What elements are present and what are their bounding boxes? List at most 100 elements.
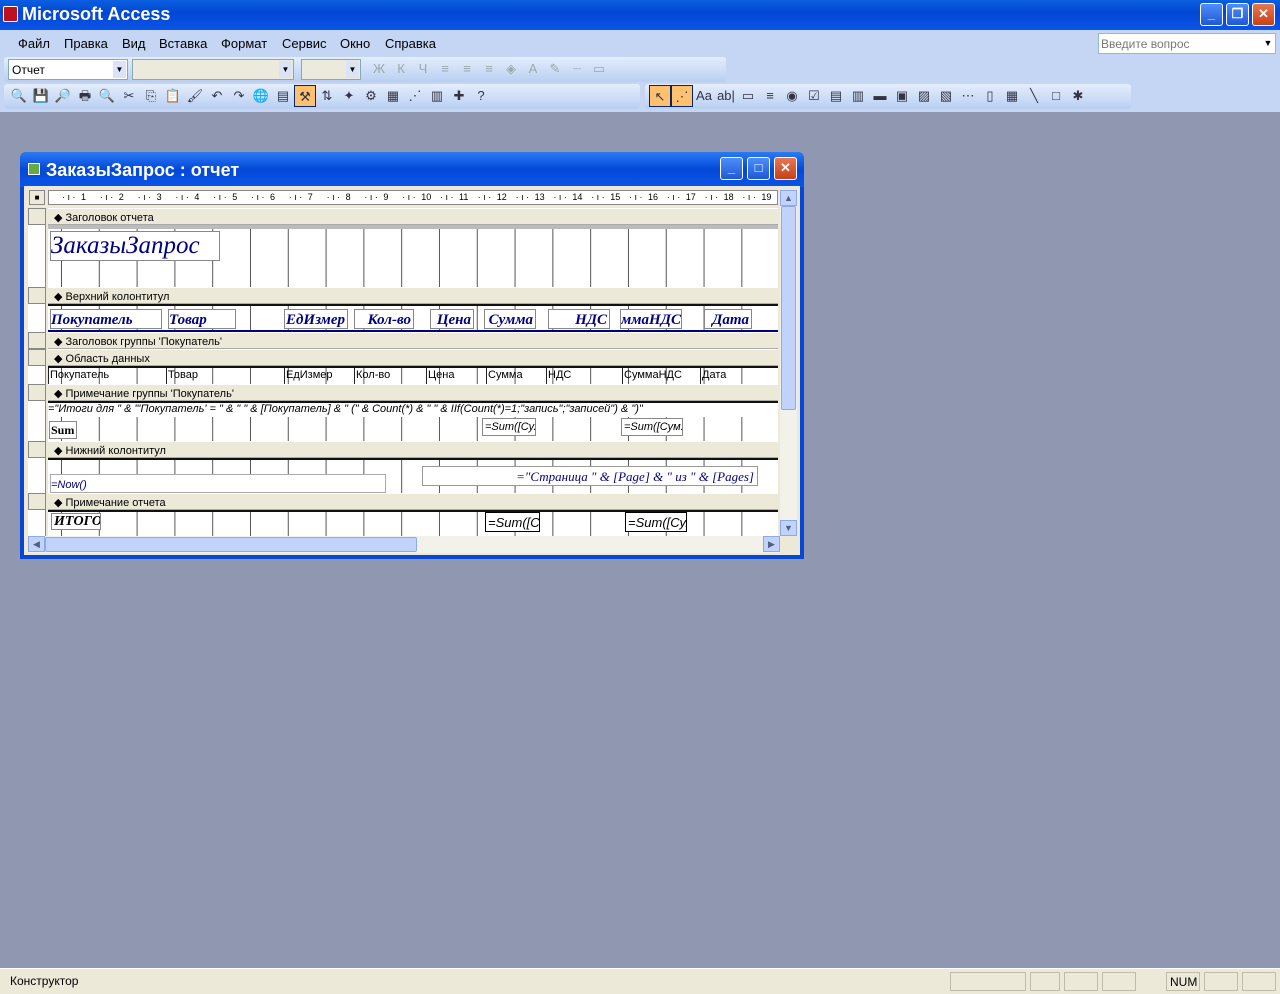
section-bar-group-footer[interactable]: ◆ Примечание группы 'Покупатель' <box>48 384 778 401</box>
group-vat-sum-field[interactable]: =Sum([Сум. <box>621 418 683 436</box>
font-select[interactable]: ▼ <box>132 59 294 80</box>
scroll-right-icon[interactable]: ▶ <box>763 536 780 552</box>
tab-control-icon[interactable]: ▯ <box>979 85 1001 107</box>
menu-window[interactable]: Окно <box>340 36 370 51</box>
menu-help[interactable]: Справка <box>385 36 436 51</box>
autoformat-icon[interactable]: ✦ <box>338 85 360 107</box>
group-sum-field[interactable]: =Sum([Су. <box>482 418 536 436</box>
border-style-icon[interactable]: ┈ <box>566 58 588 80</box>
column-label[interactable]: Дата <box>704 309 752 329</box>
properties-icon[interactable]: ▦ <box>382 85 404 107</box>
subreport-icon[interactable]: ▦ <box>1001 85 1023 107</box>
option-group-icon[interactable]: ▭ <box>737 85 759 107</box>
code-icon[interactable]: ⚙ <box>360 85 382 107</box>
print-icon[interactable]: 🖶 <box>74 85 96 107</box>
minimize-button[interactable]: _ <box>1200 3 1223 26</box>
scroll-thumb[interactable] <box>45 537 417 552</box>
section-bar-page-header[interactable]: ◆ Верхний колонтитул <box>48 287 778 304</box>
section-bar-group-header[interactable]: ◆ Заголовок группы 'Покупатель' <box>48 332 778 349</box>
copy-icon[interactable]: ⎘ <box>140 85 162 107</box>
line-width-icon[interactable]: ▭ <box>588 58 610 80</box>
format-painter-icon[interactable]: 🖌 <box>184 85 206 107</box>
total-vat-sum-field[interactable]: =Sum([Су. <box>625 512 687 532</box>
vertical-ruler[interactable] <box>28 208 46 536</box>
menu-insert[interactable]: Вставка <box>159 36 207 51</box>
section-selector[interactable] <box>28 349 46 366</box>
section-bar-detail[interactable]: ◆ Область данных <box>48 349 778 366</box>
align-left-icon[interactable]: ≡ <box>434 58 456 80</box>
column-label[interactable]: Покупатель <box>50 309 162 329</box>
menu-tools[interactable]: Сервис <box>282 36 327 51</box>
object-select[interactable]: Отчет ▼ <box>8 59 128 80</box>
section-selector[interactable] <box>28 208 46 225</box>
field-textbox[interactable]: Цена <box>426 368 482 384</box>
field-textbox[interactable]: НДС <box>546 368 578 384</box>
checkbox-icon[interactable]: ☑ <box>803 85 825 107</box>
select-objects-icon[interactable]: ↖ <box>649 85 671 107</box>
chevron-down-icon[interactable]: ▼ <box>1261 34 1275 53</box>
help-icon[interactable]: ? <box>470 85 492 107</box>
section-bar-report-header[interactable]: ◆ Заголовок отчета <box>48 208 778 225</box>
section-selector[interactable] <box>28 332 46 349</box>
detail-band[interactable]: Покупатель Товар ЕдИзмер Кол-во Цена Сумма НДС… <box>48 366 778 384</box>
italic-icon[interactable]: К <box>390 58 412 80</box>
column-label[interactable]: Сумма <box>484 309 536 329</box>
label-icon[interactable]: Aa <box>693 85 715 107</box>
total-sum-field[interactable]: =Sum([С <box>485 512 540 532</box>
menu-file[interactable]: Файл <box>18 36 50 51</box>
chevron-down-icon[interactable]: ▼ <box>279 61 292 78</box>
font-size-select[interactable]: ▼ <box>301 59 361 80</box>
bold-icon[interactable]: Ж <box>368 58 390 80</box>
field-textbox[interactable]: Покупатель <box>48 368 160 384</box>
page-footer-band[interactable]: =Now() ="Страница " & [Page] & " из " & … <box>48 458 778 493</box>
underline-icon[interactable]: Ч <box>412 58 434 80</box>
line-color-icon[interactable]: ✎ <box>544 58 566 80</box>
now-field[interactable]: =Now() <box>50 474 386 493</box>
textbox-icon[interactable]: ab| <box>715 85 737 107</box>
build-icon[interactable]: ⋰ <box>404 85 426 107</box>
field-textbox[interactable]: Дата <box>700 368 750 384</box>
field-textbox[interactable]: ЕдИзмер <box>284 368 348 384</box>
field-textbox[interactable]: Сумма <box>486 368 542 384</box>
report-window-title-bar[interactable]: ЗаказыЗапрос : отчет _ □ ✕ <box>20 152 804 187</box>
report-footer-band[interactable]: ИТОГО =Sum([С =Sum([Су. <box>48 510 778 536</box>
section-selector[interactable] <box>28 384 46 401</box>
page-number-field[interactable]: ="Страница " & [Page] & " из " & [Pages] <box>422 466 758 486</box>
total-label[interactable]: ИТОГО <box>51 513 101 530</box>
bound-object-icon[interactable]: ▧ <box>935 85 957 107</box>
undo-icon[interactable]: ↶ <box>206 85 228 107</box>
image-icon[interactable]: ▣ <box>891 85 913 107</box>
column-label[interactable]: Цена <box>430 309 474 329</box>
page-header-band[interactable]: Покупатель Товар ЕдИзмер Кол-во Цена Сумма НДС… <box>48 304 778 332</box>
print-preview-icon[interactable]: 🔍 <box>96 85 118 107</box>
select-report-button[interactable]: ■ <box>29 190 45 205</box>
font-color-icon[interactable]: A <box>522 58 544 80</box>
file-search-icon[interactable]: 🔎 <box>52 85 74 107</box>
section-bar-page-footer[interactable]: ◆ Нижний колонтитул <box>48 441 778 458</box>
report-maximize-button[interactable]: □ <box>747 157 770 180</box>
toolbox-icon[interactable]: ⚒ <box>294 85 316 107</box>
menu-view[interactable]: Вид <box>122 36 146 51</box>
close-button[interactable]: ✕ <box>1252 3 1275 26</box>
control-wizards-icon[interactable]: ⋰ <box>671 85 693 107</box>
option-button-icon[interactable]: ◉ <box>781 85 803 107</box>
restore-button[interactable]: ❐ <box>1226 3 1249 26</box>
column-label[interactable]: ЕдИзмер <box>284 309 348 329</box>
horizontal-ruler[interactable]: 1 · ı · 2 · ı · 3 · ı · 4 · ı · 5 · ı · 6 · ı · 7 · ı… <box>48 190 778 205</box>
field-textbox[interactable]: Кол-во <box>354 368 414 384</box>
cut-icon[interactable]: ✂ <box>118 85 140 107</box>
section-selector[interactable] <box>28 287 46 304</box>
section-selector[interactable] <box>28 493 46 510</box>
chevron-down-icon[interactable]: ▼ <box>113 61 126 78</box>
command-button-icon[interactable]: ▬ <box>869 85 891 107</box>
field-list-icon[interactable]: ▤ <box>272 85 294 107</box>
save-icon[interactable]: 💾 <box>30 85 52 107</box>
column-label[interactable]: НДС <box>548 309 610 329</box>
column-label[interactable]: Товар <box>168 309 236 329</box>
scroll-down-icon[interactable]: ▼ <box>780 520 797 536</box>
combobox-icon[interactable]: ▤ <box>825 85 847 107</box>
redo-icon[interactable]: ↷ <box>228 85 250 107</box>
report-close-button[interactable]: ✕ <box>774 157 797 180</box>
scroll-left-icon[interactable]: ◀ <box>28 536 45 552</box>
report-title-label[interactable]: ЗаказыЗапрос <box>50 231 220 261</box>
